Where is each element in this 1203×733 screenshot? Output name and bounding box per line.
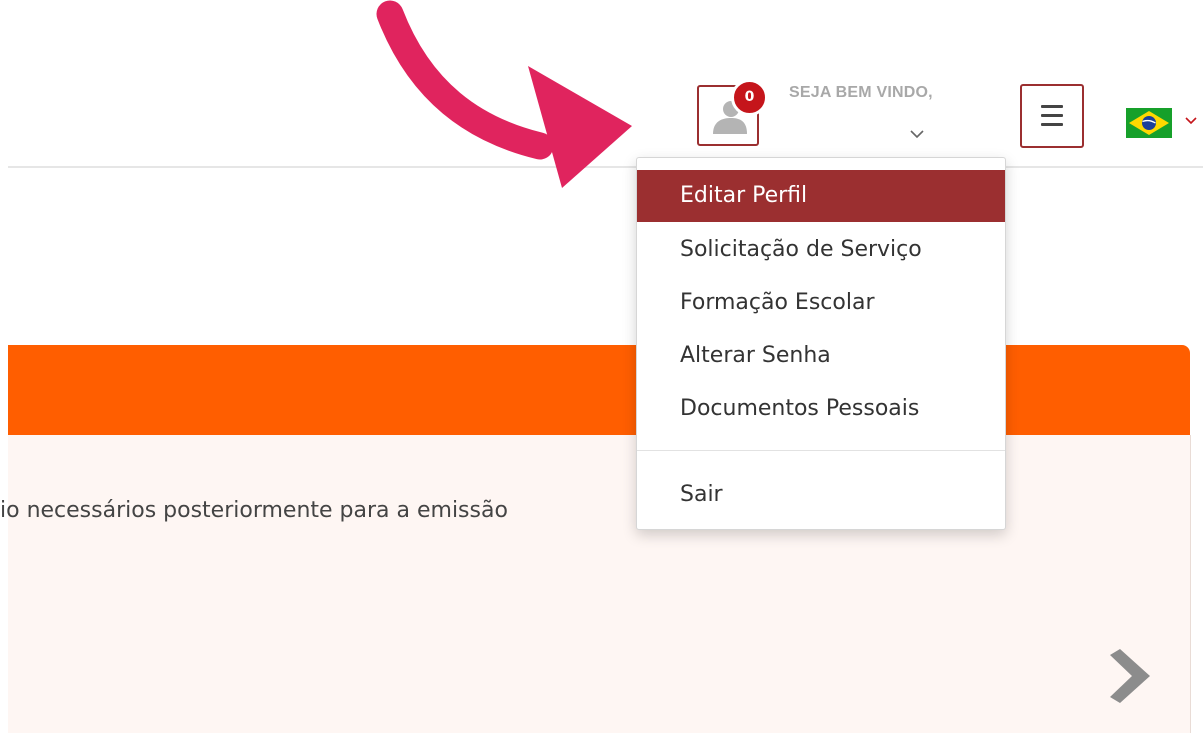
card-header: [8, 345, 1190, 435]
annotation-arrow-icon: [376, 0, 632, 188]
menu-item-solicitacao-servico[interactable]: Solicitação de Serviço: [637, 224, 1005, 276]
brazil-flag-icon[interactable]: [1126, 108, 1172, 142]
menu-divider: [637, 450, 1005, 451]
hamburger-bar: [1041, 105, 1063, 108]
menu-item-documentos-pessoais[interactable]: Documentos Pessoais: [637, 383, 1005, 435]
hamburger-bar: [1041, 114, 1063, 117]
notification-badge: 0: [731, 79, 768, 116]
page: 0 SEJA BEM VINDO, io necessários posteri…: [0, 0, 1203, 733]
hamburger-menu-button[interactable]: [1020, 84, 1084, 148]
menu-item-alterar-senha[interactable]: Alterar Senha: [637, 330, 1005, 382]
hamburger-bar: [1041, 123, 1063, 126]
menu-item-sair[interactable]: Sair: [637, 469, 1005, 521]
chevron-right-icon[interactable]: [1106, 647, 1154, 709]
card-body-text: io necessários posteriormente para a emi…: [0, 498, 508, 523]
menu-item-formacao-escolar[interactable]: Formação Escolar: [637, 277, 1005, 329]
card-body: [8, 435, 1191, 733]
welcome-text: SEJA BEM VINDO,: [789, 84, 933, 101]
user-dropdown-menu: Editar Perfil Solicitação de Serviço For…: [636, 157, 1006, 530]
chevron-down-icon[interactable]: [909, 124, 925, 143]
language-chevron-icon[interactable]: [1184, 111, 1198, 130]
